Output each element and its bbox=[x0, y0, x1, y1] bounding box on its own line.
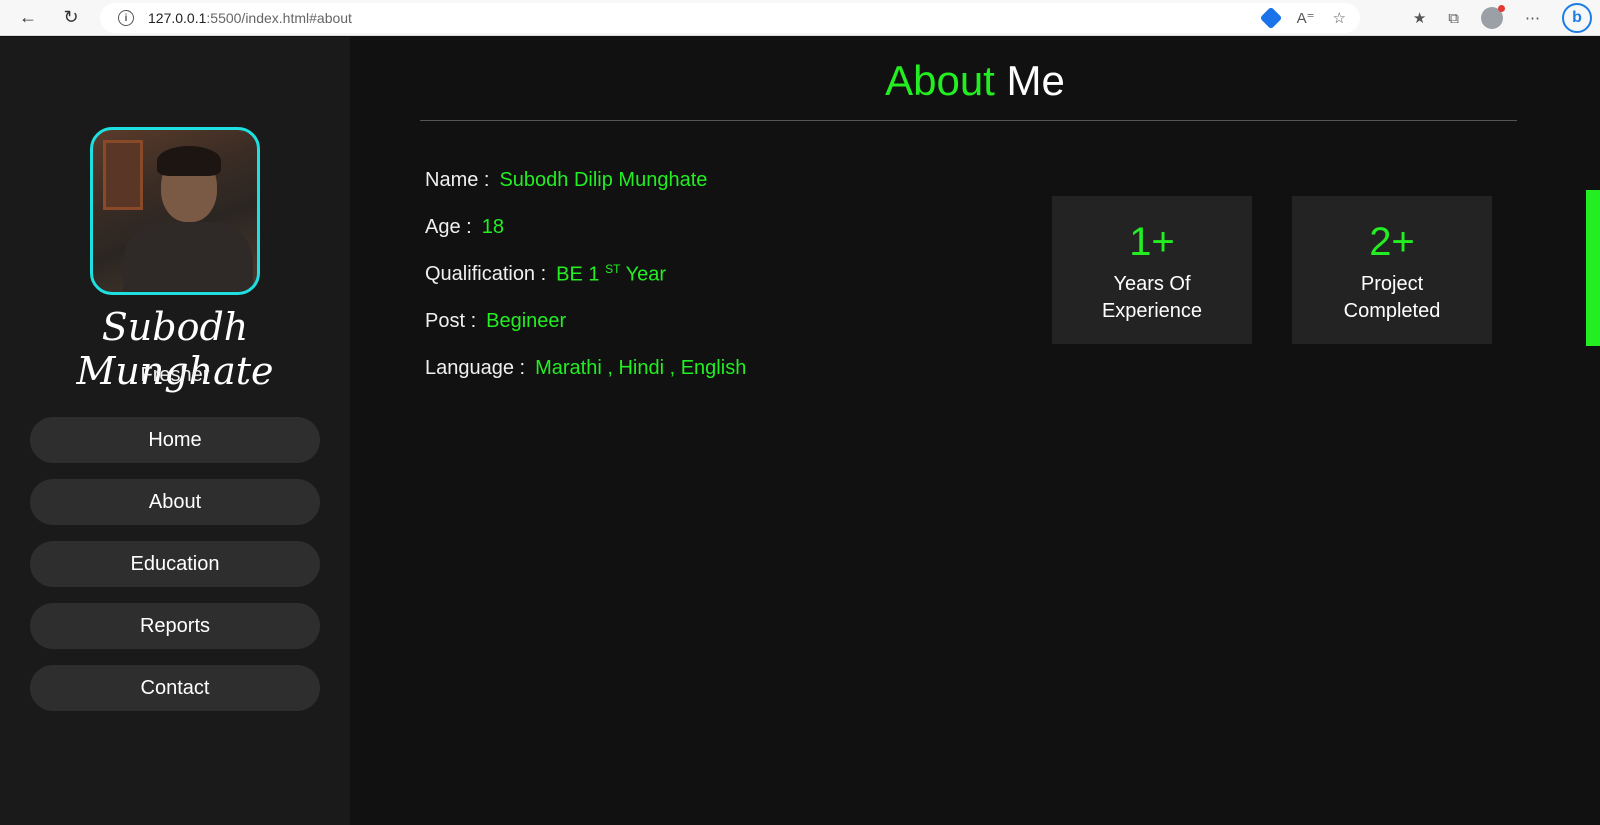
site-info-icon[interactable]: i bbox=[118, 10, 134, 26]
reload-icon[interactable]: ↻ bbox=[53, 0, 89, 36]
collections-icon[interactable]: ⧉ bbox=[1448, 10, 1459, 27]
info-row-age: Age : 18 bbox=[425, 216, 504, 238]
sidebar-menu: Home About Education Reports Contact bbox=[30, 417, 320, 727]
coupon-tag-icon[interactable] bbox=[1259, 6, 1282, 30]
more-options-icon[interactable]: ⋯ bbox=[1525, 9, 1540, 27]
sidebar-item-education[interactable]: Education bbox=[30, 541, 320, 587]
profile-role: Fresher bbox=[140, 364, 210, 386]
back-arrow-icon[interactable]: ← bbox=[10, 0, 46, 36]
info-row-name: Name : Subodh Dilip Munghate bbox=[425, 169, 708, 191]
url-path: :5500/index.html#about bbox=[206, 10, 352, 26]
stat-number: 2+ bbox=[1369, 220, 1415, 264]
sidebar: Subodh Munghate Fresher Home About Educa… bbox=[0, 37, 350, 825]
page-title: About Me bbox=[885, 57, 1065, 104]
info-row-qualification: Qualification : BE 1 ST Year bbox=[425, 262, 667, 286]
stat-number: 1+ bbox=[1129, 220, 1175, 264]
add-favorite-icon[interactable]: ☆ bbox=[1333, 9, 1346, 27]
info-row-post: Post : Begineer bbox=[425, 310, 567, 332]
stat-card-projects: 2+ Project Completed bbox=[1292, 196, 1492, 344]
profile-photo bbox=[90, 127, 260, 295]
about-section: About Me Name : Subodh Dilip Munghate Ag… bbox=[350, 37, 1600, 825]
profile-avatar-icon[interactable] bbox=[1481, 5, 1505, 29]
address-bar[interactable]: i 127.0.0.1:5500/index.html#about A⁼ ☆ bbox=[100, 3, 1360, 33]
url-host: 127.0.0.1 bbox=[148, 10, 207, 26]
sidebar-item-contact[interactable]: Contact bbox=[30, 665, 320, 711]
stat-label: Project Completed bbox=[1343, 273, 1441, 322]
info-row-language: Language : Marathi , Hindi , English bbox=[425, 357, 747, 379]
favorites-icon[interactable]: ★ bbox=[1413, 9, 1426, 27]
title-divider bbox=[420, 120, 1517, 121]
sidebar-item-about[interactable]: About bbox=[30, 479, 320, 525]
stat-card-experience: 1+ Years Of Experience bbox=[1052, 196, 1252, 344]
sidebar-item-reports[interactable]: Reports bbox=[30, 603, 320, 649]
scroll-indicator[interactable] bbox=[1586, 190, 1600, 346]
stat-label: Years Of Experience bbox=[1101, 273, 1203, 322]
read-aloud-icon[interactable]: A⁼ bbox=[1297, 9, 1315, 27]
bing-chat-icon[interactable]: b bbox=[1562, 3, 1592, 33]
info-list: Name : Subodh Dilip Munghate Age : 18 Qu… bbox=[425, 157, 746, 392]
browser-toolbar: ← ↻ i 127.0.0.1:5500/index.html#about A⁼… bbox=[0, 0, 1600, 36]
sidebar-item-home[interactable]: Home bbox=[30, 417, 320, 463]
